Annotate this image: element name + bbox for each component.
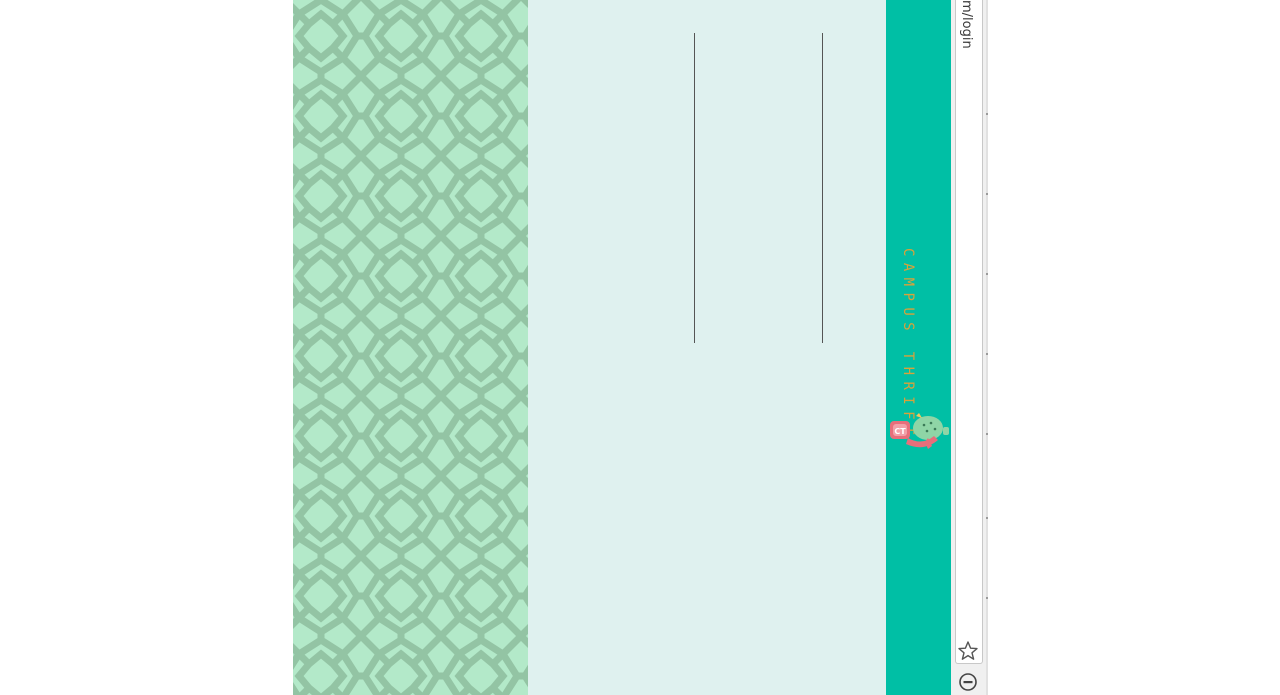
bookmark-star-icon[interactable]	[957, 640, 979, 662]
brand-sidebar	[886, 0, 951, 695]
scroll-tick	[986, 193, 988, 195]
scroll-tick	[986, 273, 988, 275]
divider-line-right	[822, 33, 823, 343]
scroll-tick	[986, 517, 988, 519]
campus-thrift-logo-icon[interactable]: CT	[888, 412, 950, 450]
address-bar[interactable]	[955, 0, 983, 664]
scrollbar-edge[interactable]	[986, 0, 988, 695]
decorative-pattern-panel	[293, 0, 528, 695]
status-circle-icon[interactable]	[958, 672, 978, 692]
scroll-tick	[986, 353, 988, 355]
logo-mark-text: CT	[894, 427, 906, 436]
scroll-tick	[986, 113, 988, 115]
scroll-tick	[986, 433, 988, 435]
geometric-pattern	[293, 0, 528, 695]
address-bar-url[interactable]: m/login	[959, 0, 974, 49]
main-content-area	[528, 0, 886, 695]
scroll-tick	[986, 597, 988, 599]
divider-line-left	[694, 33, 695, 343]
